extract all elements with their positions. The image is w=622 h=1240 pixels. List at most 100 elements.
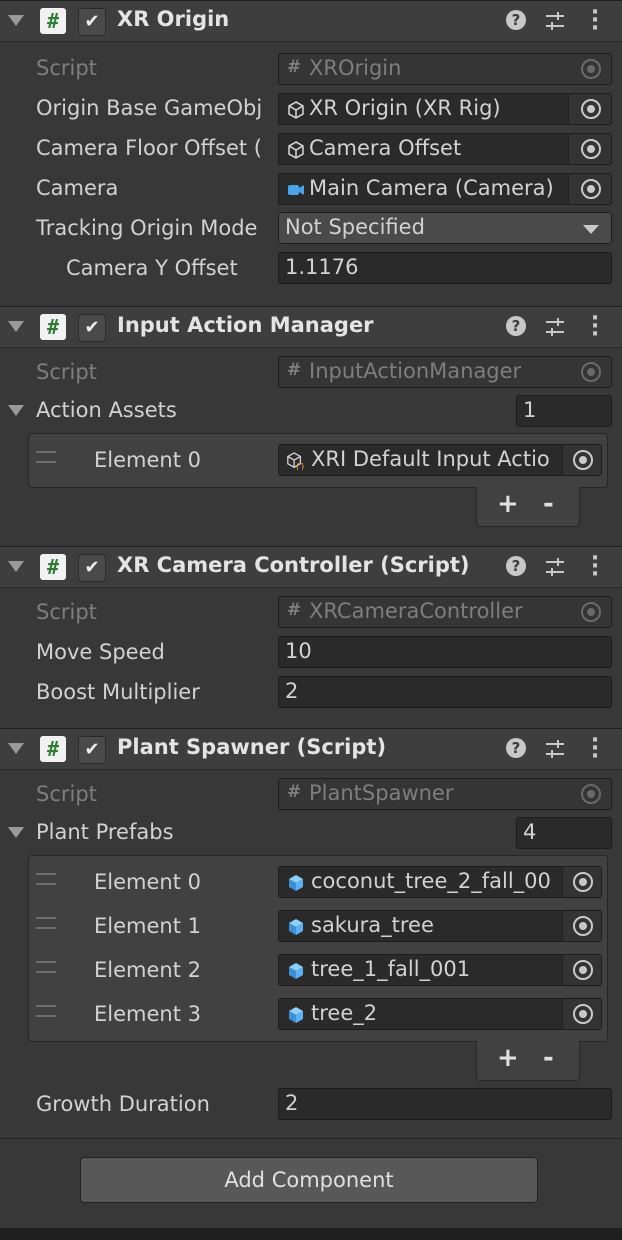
enabled-checkbox[interactable]: ✔ <box>78 8 106 36</box>
component-header-plant-spawner[interactable]: # ✔ Plant Spawner (Script) ? · · · <box>0 728 622 770</box>
script-hash-icon: # <box>40 554 66 580</box>
foldout-arrow-icon[interactable] <box>8 743 24 754</box>
object-picker-icon[interactable] <box>562 955 601 985</box>
presets-icon[interactable] <box>544 10 566 32</box>
add-component-button[interactable]: Add Component <box>80 1157 538 1203</box>
object-picker-icon[interactable] <box>569 779 611 809</box>
field-label: Growth Duration <box>36 1092 210 1116</box>
list-foldout-arrow-icon[interactable] <box>8 405 24 416</box>
help-icon[interactable]: ? <box>506 556 526 576</box>
drag-handle-icon[interactable] <box>36 451 56 463</box>
field-label: Script <box>36 56 97 80</box>
foldout-arrow-icon[interactable] <box>8 561 24 572</box>
element-label: Element 3 <box>94 1002 201 1026</box>
prefab-icon <box>289 963 303 979</box>
object-picker-icon[interactable] <box>569 357 611 387</box>
script-field[interactable]: # XRCameraController <box>278 596 612 628</box>
list-add-remove-controls: + - <box>476 487 580 527</box>
object-picker-icon[interactable] <box>568 94 611 124</box>
help-icon[interactable]: ? <box>506 10 526 30</box>
component-title: Plant Spawner (Script) <box>117 735 387 759</box>
drag-handle-icon[interactable] <box>36 961 56 973</box>
object-picker-icon[interactable] <box>562 911 601 941</box>
kebab-menu-icon[interactable]: · · · <box>588 308 602 346</box>
object-picker-icon[interactable] <box>568 174 611 204</box>
help-icon[interactable]: ? <box>506 738 526 758</box>
field-label: Camera <box>36 176 119 200</box>
cube-icon <box>288 101 304 119</box>
kebab-menu-icon[interactable]: · · · <box>588 548 602 586</box>
component-title: XR Origin <box>117 7 230 31</box>
element-label: Element 0 <box>94 448 201 472</box>
add-element-button[interactable]: + <box>497 1043 519 1073</box>
divider <box>0 1138 622 1139</box>
camera-icon <box>288 185 304 195</box>
field-label: Script <box>36 600 97 624</box>
field-label: Script <box>36 782 97 806</box>
field-label: Tracking Origin Mode <box>36 216 258 240</box>
presets-icon[interactable] <box>544 556 566 578</box>
remove-element-button[interactable]: - <box>543 1043 554 1073</box>
kebab-menu-icon[interactable]: · · · <box>588 2 602 40</box>
remove-element-button[interactable]: - <box>543 489 554 519</box>
enabled-checkbox[interactable]: ✔ <box>78 736 106 764</box>
list-size-input[interactable]: 1 <box>516 395 612 427</box>
object-picker-icon[interactable] <box>562 867 601 897</box>
list-add-remove-controls: + - <box>476 1041 580 1081</box>
script-hash-icon: # <box>287 57 302 77</box>
foldout-arrow-icon[interactable] <box>8 15 24 26</box>
prefab-icon <box>289 875 303 891</box>
object-picker-icon[interactable] <box>568 134 611 164</box>
field-label: Origin Base GameObj <box>36 96 263 120</box>
help-icon[interactable]: ? <box>506 316 526 336</box>
list-label: Action Assets <box>36 398 177 422</box>
component-title: Input Action Manager <box>117 313 374 337</box>
dropdown-arrow-icon <box>583 225 599 234</box>
list-foldout-arrow-icon[interactable] <box>8 827 24 838</box>
presets-icon[interactable] <box>544 738 566 760</box>
list-element-field[interactable]: tree_2 <box>278 998 602 1030</box>
component-header-input-action-manager[interactable]: # ✔ Input Action Manager ? · · · <box>0 306 622 348</box>
foldout-arrow-icon[interactable] <box>8 321 24 332</box>
object-picker-icon[interactable] <box>569 54 611 84</box>
camera-y-offset-input[interactable]: 1.1176 <box>278 252 612 284</box>
list-element-field[interactable]: {} XRI Default Input Actio <box>278 444 602 476</box>
object-picker-icon[interactable] <box>562 999 601 1029</box>
component-header-xr-origin[interactable]: # ✔ XR Origin ? · · · <box>0 0 622 42</box>
list-size-input[interactable]: 4 <box>516 817 612 849</box>
list-element-field[interactable]: tree_1_fall_001 <box>278 954 602 986</box>
drag-handle-icon[interactable] <box>36 917 56 929</box>
list-element-field[interactable]: coconut_tree_2_fall_00 <box>278 866 602 898</box>
field-label: Boost Multiplier <box>36 680 200 704</box>
enabled-checkbox[interactable]: ✔ <box>78 554 106 582</box>
field-label: Move Speed <box>36 640 165 664</box>
camera-field[interactable]: Main Camera (Camera) <box>278 173 612 205</box>
component-header-xr-camera-controller[interactable]: # ✔ XR Camera Controller (Script) ? · · · <box>0 546 622 588</box>
presets-icon[interactable] <box>544 316 566 338</box>
object-picker-icon[interactable] <box>569 597 611 627</box>
script-field[interactable]: # PlantSpawner <box>278 778 612 810</box>
add-element-button[interactable]: + <box>497 489 519 519</box>
field-label: Camera Floor Offset ( <box>36 136 262 160</box>
drag-handle-icon[interactable] <box>36 1005 56 1017</box>
prefab-icon <box>289 919 303 935</box>
list-element-field[interactable]: sakura_tree <box>278 910 602 942</box>
origin-base-gameobject-field[interactable]: XR Origin (XR Rig) <box>278 93 612 125</box>
status-bar <box>0 1228 622 1240</box>
object-picker-icon[interactable] <box>562 445 601 475</box>
drag-handle-icon[interactable] <box>36 873 56 885</box>
script-field[interactable]: # InputActionManager <box>278 356 612 388</box>
field-label: Script <box>36 360 97 384</box>
growth-duration-input[interactable]: 2 <box>278 1088 612 1120</box>
move-speed-input[interactable]: 10 <box>278 636 612 668</box>
camera-floor-offset-field[interactable]: Camera Offset <box>278 133 612 165</box>
enabled-checkbox[interactable]: ✔ <box>78 314 106 342</box>
list-label: Plant Prefabs <box>36 820 174 844</box>
prefab-icon <box>289 1007 303 1023</box>
script-hash-icon: # <box>40 736 66 762</box>
script-hash-icon: # <box>287 782 302 802</box>
tracking-origin-mode-dropdown[interactable]: Not Specified <box>278 212 612 244</box>
script-field[interactable]: # XROrigin <box>278 53 612 85</box>
kebab-menu-icon[interactable]: · · · <box>588 730 602 768</box>
boost-multiplier-input[interactable]: 2 <box>278 676 612 708</box>
